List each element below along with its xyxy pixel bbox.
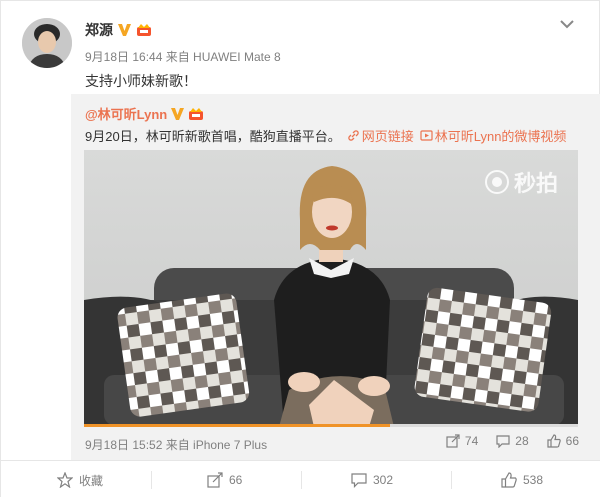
comment-icon [496,435,510,448]
share-icon [207,472,223,488]
web-link[interactable]: 网页链接 [347,126,414,145]
repost-author-name[interactable]: @林可昕Lynn [85,104,167,123]
thumbs-up-icon [547,434,561,448]
repost-share-button[interactable]: 74 [446,434,478,448]
like-button[interactable]: 538 [501,461,543,497]
video-link-label: 林可昕Lynn的微博视频 [434,129,567,144]
author-row: 郑源 [85,20,152,40]
comment-button[interactable]: 302 [351,461,393,497]
camera-icon [484,170,509,194]
weibo-card: 郑源 9月18日 16:44 来自 HUAWEI Mate 8 支持小师妹新歌！… [0,0,600,497]
repost-like-count: 66 [565,434,579,448]
star-icon [57,472,73,488]
web-link-label: 网页链接 [361,129,414,144]
repost-comment-button[interactable]: 28 [496,434,529,448]
repost-button[interactable]: 66 [207,461,242,497]
chevron-down-icon[interactable] [557,15,577,33]
comment-icon [351,473,367,488]
repost-share-count: 74 [464,434,479,448]
repost-text-row: 9月20日，林可昕新歌首唱，酷狗直播平台。 网页链接 林可昕Lynn的微博视频 [85,126,566,145]
miaopai-watermark: 秒拍 [484,166,558,198]
favorite-label: 收藏 [79,473,104,488]
video-progress-fill [84,424,391,427]
divider [151,471,152,489]
post-meta: 9月18日 16:44 来自 HUAWEI Mate 8 [85,50,281,64]
repost-text: 9月20日，林可昕新歌首唱，酷狗直播平台。 [85,129,341,144]
repost-box: @林可昕Lynn 9月20日，林可昕新歌首唱，酷狗直播平台。 网页链接 林可昕L… [71,94,600,460]
verified-icon [171,107,185,120]
repost-like-button[interactable]: 66 [547,434,579,448]
repost-comment-count: 28 [515,434,529,448]
comment-count: 302 [373,473,394,487]
like-count: 538 [523,473,544,487]
link-icon [348,130,359,141]
member-crown-icon [137,24,151,36]
favorite-button[interactable]: 收藏 [57,461,103,497]
member-crown-icon [189,107,204,120]
video-link[interactable]: 林可昕Lynn的微博视频 [420,126,567,145]
repost-meta: 9月18日 15:52 来自 iPhone 7 Plus [85,438,268,452]
thumbs-up-icon [501,472,517,488]
video-player[interactable]: 秒拍 [84,150,578,427]
repost-count: 66 [229,473,243,487]
action-bar: 收藏 66 302 538 [1,460,600,497]
watermark-text: 秒拍 [513,171,558,196]
divider [451,471,452,489]
verified-icon [118,24,131,36]
share-icon [446,434,460,448]
author-name[interactable]: 郑源 [85,20,113,40]
post-text: 支持小师妹新歌！ [85,73,197,89]
divider [301,471,302,489]
avatar[interactable] [22,18,72,68]
video-icon [420,130,433,141]
video-progress-bar[interactable] [84,424,578,427]
repost-author-row: @林可昕Lynn [85,104,204,123]
repost-actions: 74 28 66 [446,434,579,448]
